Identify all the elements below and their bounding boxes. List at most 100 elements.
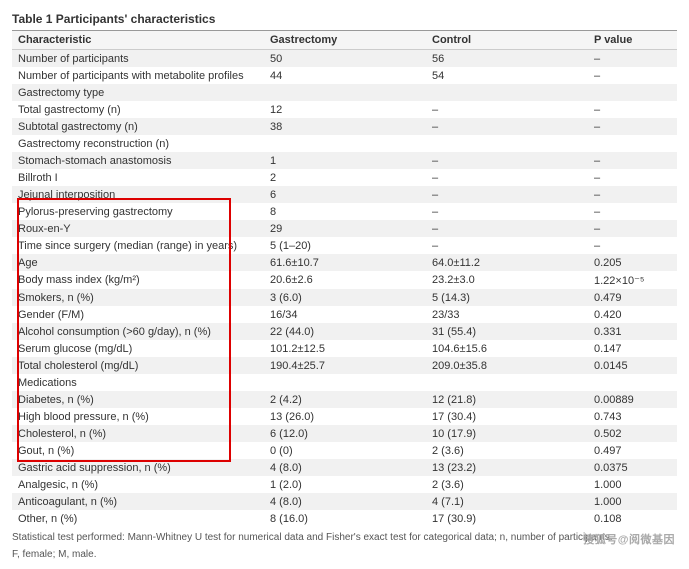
cell-characteristic: Gout, n (%): [12, 442, 264, 459]
cell-gastrectomy: 61.6±10.7: [264, 254, 426, 271]
cell-pvalue: 0.420: [588, 306, 677, 323]
table-row: Subtotal gastrectomy (n)38––: [12, 118, 677, 135]
cell-gastrectomy: 4 (8.0): [264, 493, 426, 510]
table-row: Diabetes, n (%)2 (4.2)12 (21.8)0.00889: [12, 391, 677, 408]
header-row: Characteristic Gastrectomy Control P val…: [12, 31, 677, 50]
cell-pvalue: 0.0145: [588, 357, 677, 374]
cell-characteristic: Analgesic, n (%): [12, 476, 264, 493]
cell-pvalue: –: [588, 203, 677, 220]
cell-control: –: [426, 186, 588, 203]
cell-control: 64.0±11.2: [426, 254, 588, 271]
cell-gastrectomy: 16/34: [264, 306, 426, 323]
cell-pvalue: 0.497: [588, 442, 677, 459]
cell-characteristic: High blood pressure, n (%): [12, 408, 264, 425]
header-pvalue: P value: [588, 31, 677, 50]
cell-control: –: [426, 152, 588, 169]
cell-control: 10 (17.9): [426, 425, 588, 442]
cell-control: 17 (30.4): [426, 408, 588, 425]
table-row: Total gastrectomy (n)12––: [12, 101, 677, 118]
cell-characteristic: Smokers, n (%): [12, 289, 264, 306]
table-row: Pylorus-preserving gastrectomy8––: [12, 203, 677, 220]
cell-pvalue: 0.331: [588, 323, 677, 340]
cell-characteristic: Jejunal interposition: [12, 186, 264, 203]
cell-characteristic: Other, n (%): [12, 510, 264, 527]
cell-pvalue: [588, 374, 677, 391]
cell-gastrectomy: 6 (12.0): [264, 425, 426, 442]
table-row: Number of participants5056–: [12, 50, 677, 68]
cell-control: 5 (14.3): [426, 289, 588, 306]
cell-characteristic: Time since surgery (median (range) in ye…: [12, 237, 264, 254]
cell-characteristic: Gastrectomy reconstruction (n): [12, 135, 264, 152]
cell-gastrectomy: 50: [264, 50, 426, 68]
footnote-abbrev: F, female; M, male.: [12, 544, 677, 561]
cell-characteristic: Number of participants: [12, 50, 264, 68]
cell-control: 56: [426, 50, 588, 68]
cell-control: 23/33: [426, 306, 588, 323]
cell-pvalue: 0.743: [588, 408, 677, 425]
cell-gastrectomy: 29: [264, 220, 426, 237]
cell-gastrectomy: 20.6±2.6: [264, 271, 426, 289]
cell-control: 4 (7.1): [426, 493, 588, 510]
cell-pvalue: –: [588, 67, 677, 84]
cell-control: [426, 135, 588, 152]
cell-pvalue: –: [588, 152, 677, 169]
cell-pvalue: 0.147: [588, 340, 677, 357]
cell-control: 23.2±3.0: [426, 271, 588, 289]
cell-characteristic: Anticoagulant, n (%): [12, 493, 264, 510]
cell-gastrectomy: 13 (26.0): [264, 408, 426, 425]
cell-control: [426, 374, 588, 391]
cell-characteristic: Cholesterol, n (%): [12, 425, 264, 442]
cell-characteristic: Number of participants with metabolite p…: [12, 67, 264, 84]
cell-gastrectomy: 12: [264, 101, 426, 118]
cell-pvalue: –: [588, 220, 677, 237]
cell-characteristic: Age: [12, 254, 264, 271]
cell-pvalue: 1.000: [588, 493, 677, 510]
table-row: Jejunal interposition6––: [12, 186, 677, 203]
cell-characteristic: Gastrectomy type: [12, 84, 264, 101]
cell-control: 12 (21.8): [426, 391, 588, 408]
cell-pvalue: 0.479: [588, 289, 677, 306]
cell-characteristic: Gastric acid suppression, n (%): [12, 459, 264, 476]
cell-gastrectomy: 0 (0): [264, 442, 426, 459]
cell-characteristic: Subtotal gastrectomy (n): [12, 118, 264, 135]
cell-pvalue: –: [588, 169, 677, 186]
cell-pvalue: –: [588, 101, 677, 118]
characteristics-table: Characteristic Gastrectomy Control P val…: [12, 31, 677, 527]
table-row: Smokers, n (%)3 (6.0)5 (14.3)0.479: [12, 289, 677, 306]
cell-pvalue: 0.00889: [588, 391, 677, 408]
cell-pvalue: 0.0375: [588, 459, 677, 476]
header-characteristic: Characteristic: [12, 31, 264, 50]
cell-gastrectomy: 3 (6.0): [264, 289, 426, 306]
cell-gastrectomy: 38: [264, 118, 426, 135]
cell-gastrectomy: [264, 135, 426, 152]
cell-gastrectomy: 101.2±12.5: [264, 340, 426, 357]
cell-characteristic: Pylorus-preserving gastrectomy: [12, 203, 264, 220]
cell-gastrectomy: [264, 84, 426, 101]
cell-pvalue: 1.000: [588, 476, 677, 493]
header-control: Control: [426, 31, 588, 50]
cell-control: –: [426, 169, 588, 186]
cell-characteristic: Billroth I: [12, 169, 264, 186]
cell-characteristic: Medications: [12, 374, 264, 391]
cell-gastrectomy: 22 (44.0): [264, 323, 426, 340]
cell-gastrectomy: 8 (16.0): [264, 510, 426, 527]
table-row: Alcohol consumption (>60 g/day), n (%)22…: [12, 323, 677, 340]
cell-gastrectomy: 190.4±25.7: [264, 357, 426, 374]
table-row: Gender (F/M)16/3423/330.420: [12, 306, 677, 323]
cell-characteristic: Gender (F/M): [12, 306, 264, 323]
cell-characteristic: Serum glucose (mg/dL): [12, 340, 264, 357]
cell-control: 2 (3.6): [426, 442, 588, 459]
table-row: Gastric acid suppression, n (%)4 (8.0)13…: [12, 459, 677, 476]
cell-pvalue: [588, 135, 677, 152]
cell-characteristic: Alcohol consumption (>60 g/day), n (%): [12, 323, 264, 340]
cell-control: –: [426, 237, 588, 254]
table-row: Number of participants with metabolite p…: [12, 67, 677, 84]
cell-pvalue: [588, 84, 677, 101]
cell-gastrectomy: 1 (2.0): [264, 476, 426, 493]
cell-gastrectomy: 1: [264, 152, 426, 169]
cell-control: 54: [426, 67, 588, 84]
cell-pvalue: 1.22×10⁻⁵: [588, 271, 677, 289]
table-title: Table 1 Participants' characteristics: [12, 8, 677, 31]
cell-gastrectomy: 2: [264, 169, 426, 186]
table-row: High blood pressure, n (%)13 (26.0)17 (3…: [12, 408, 677, 425]
